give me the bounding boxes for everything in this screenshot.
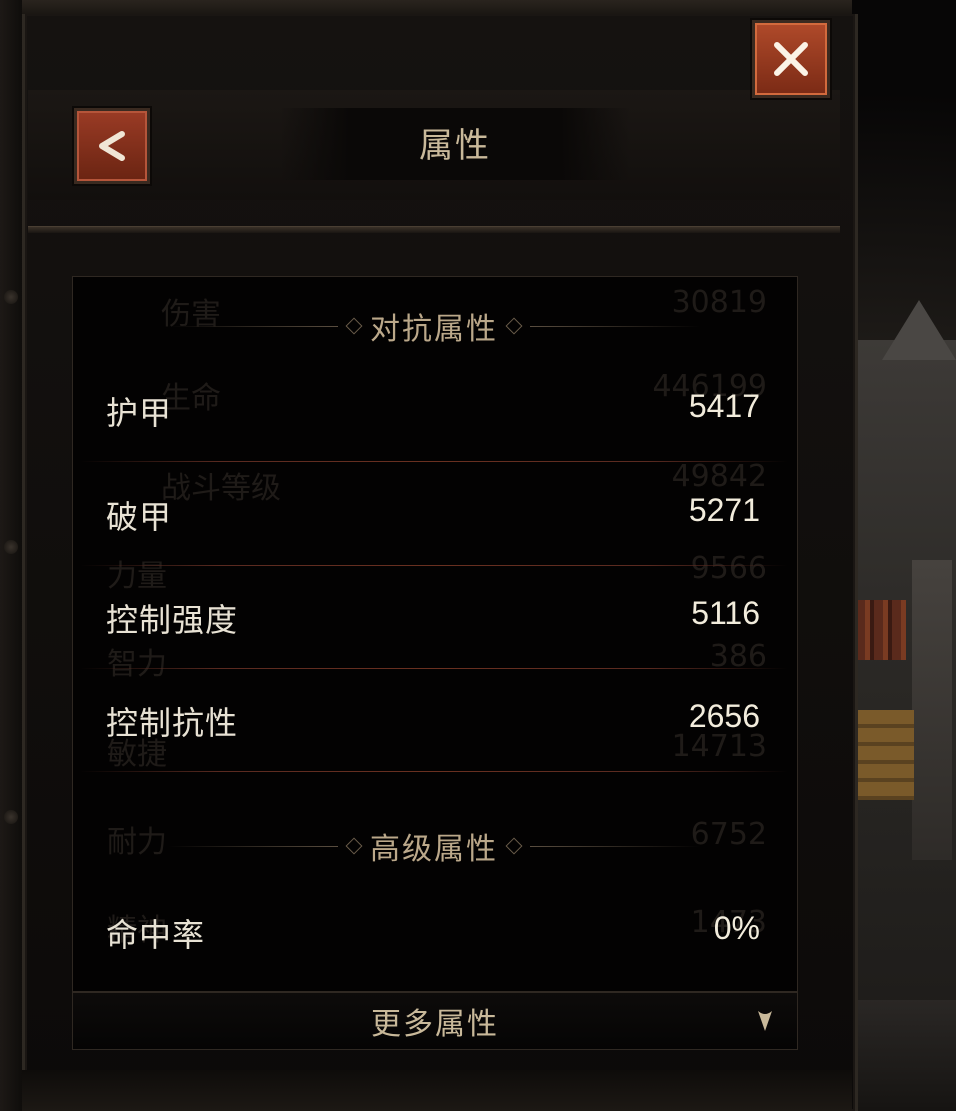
stat-row: 控制强度 5116 — [80, 569, 788, 669]
more-attributes-button[interactable]: 更多属性 — [72, 992, 798, 1050]
section-title: 对抗属性 — [370, 312, 498, 347]
diamond-ornament — [505, 317, 523, 335]
more-attributes-label: 更多属性 — [371, 1007, 499, 1042]
stat-row: 破甲 5271 — [80, 466, 788, 566]
left-frame-edge — [0, 0, 22, 1111]
scenery-crates — [854, 710, 914, 800]
scenery-roof — [882, 300, 956, 360]
row-divider — [80, 771, 788, 772]
divider-line — [530, 325, 700, 327]
stat-value: 5417 — [688, 388, 760, 424]
section-title: 高级属性 — [370, 832, 498, 867]
diamond-ornament — [345, 317, 363, 335]
rivet — [4, 540, 18, 554]
close-icon — [774, 42, 808, 76]
diamond-ornament — [505, 837, 523, 855]
stat-name: 命中率 — [106, 916, 206, 954]
stat-name: 破甲 — [106, 498, 173, 536]
page-title: 属性 — [419, 126, 491, 166]
row-divider — [80, 461, 788, 462]
back-button[interactable] — [74, 108, 150, 184]
scenery-bookshelf — [856, 600, 906, 660]
stat-value: 5271 — [688, 492, 760, 528]
stat-name: 护甲 — [106, 394, 173, 432]
divider-line — [168, 845, 338, 847]
diamond-ornament — [345, 837, 363, 855]
scenery-floor — [852, 1000, 956, 1111]
section-header-advanced: 高级属性 — [72, 826, 796, 867]
scenery-pillar — [912, 560, 952, 860]
rivet — [4, 290, 18, 304]
stat-row: 护甲 5417 — [80, 362, 788, 462]
section-header-resist: 对抗属性 — [72, 306, 796, 347]
panel-bottom-trim — [22, 1070, 852, 1111]
chevron-down-icon — [758, 1011, 772, 1031]
stat-row: 控制抗性 2656 — [80, 672, 788, 772]
stat-value: 2656 — [688, 698, 760, 734]
stat-value: 0% — [713, 910, 760, 946]
back-chevron-icon — [99, 131, 125, 161]
rivet — [4, 810, 18, 824]
stat-value: 5116 — [691, 595, 760, 631]
divider-line — [168, 325, 338, 327]
divider-line — [530, 845, 700, 847]
row-divider — [80, 565, 788, 566]
stat-row: 命中率 0% — [80, 884, 788, 984]
background-scenery — [852, 300, 956, 1111]
row-divider — [80, 668, 788, 669]
close-button[interactable] — [752, 20, 830, 98]
header-divider — [28, 226, 840, 233]
stat-name: 控制抗性 — [106, 704, 239, 742]
stat-name: 控制强度 — [106, 601, 239, 639]
